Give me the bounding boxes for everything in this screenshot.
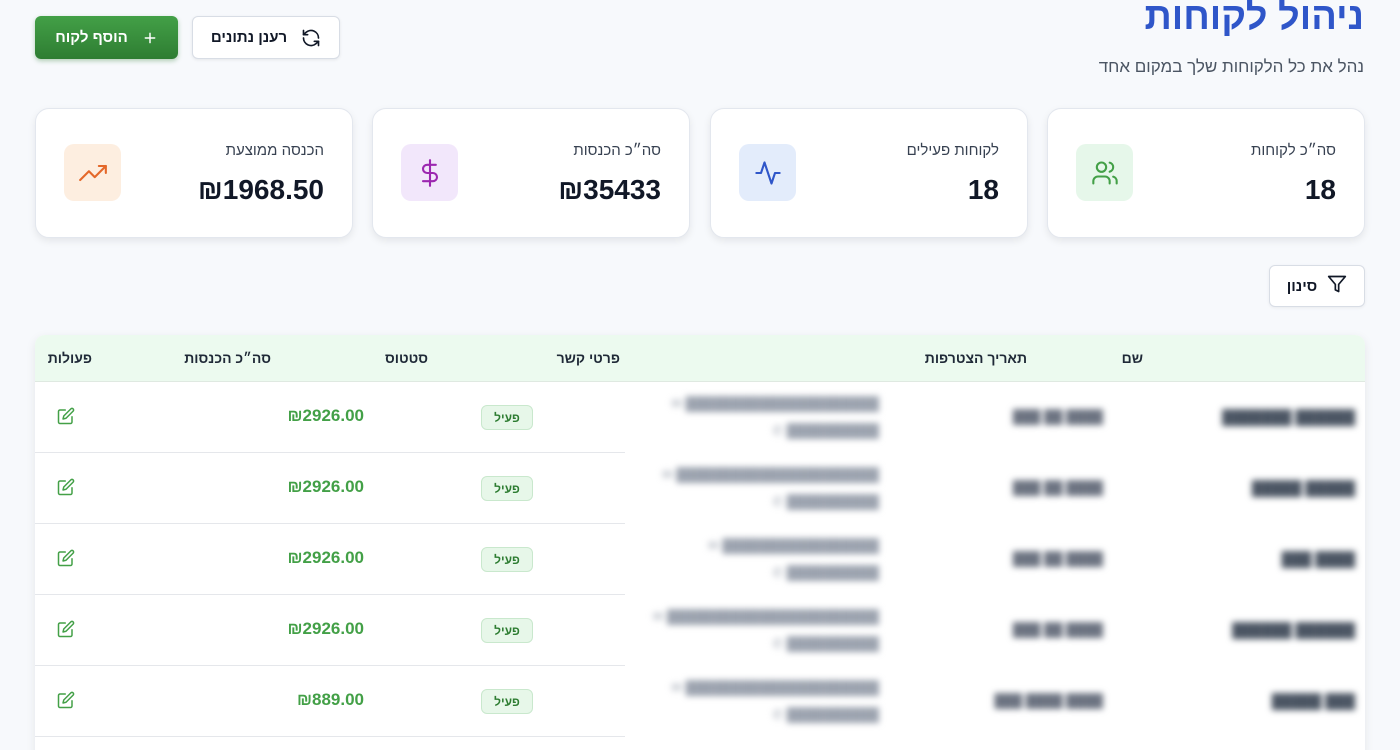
customer-email: ██████████████████████ ✉ bbox=[661, 467, 879, 482]
dollar-icon bbox=[401, 144, 458, 201]
table-row[interactable]: ██████ ██████ ████ ██ ███ ██████████████… bbox=[35, 595, 1365, 666]
join-date: ████ ██ ███ bbox=[1012, 622, 1103, 637]
edit-icon[interactable] bbox=[57, 691, 75, 709]
customer-name: ██████ ██████ bbox=[1232, 622, 1355, 638]
status-badge: פעיל bbox=[481, 618, 533, 643]
customer-phone: ██████████ ✆ bbox=[772, 565, 879, 580]
customer-revenue: ₪2926.00 bbox=[287, 619, 364, 638]
stat-label: לקוחות פעילים bbox=[906, 142, 999, 159]
join-date: ████ ██ ███ bbox=[1012, 480, 1103, 495]
customer-phone: ██████████ ✆ bbox=[772, 636, 879, 651]
customer-name: ███ █████ bbox=[1271, 693, 1355, 709]
refresh-icon bbox=[301, 28, 321, 48]
customer-phone: ██████████ ✆ bbox=[772, 494, 879, 509]
customer-phone: ██████████ ✆ bbox=[772, 707, 879, 722]
edit-icon[interactable] bbox=[57, 407, 75, 425]
trending-up-icon bbox=[64, 144, 121, 201]
column-header-revenue[interactable]: סה״כ הכנסות bbox=[184, 350, 271, 366]
customer-phone: ██████████ ✆ bbox=[772, 423, 879, 438]
column-header-actions: פעולות bbox=[47, 350, 92, 366]
customer-email: █████████████████████ ✉ bbox=[671, 680, 879, 695]
customer-revenue: ₪2926.00 bbox=[287, 406, 364, 425]
customer-name: ██████ ███████ bbox=[1222, 409, 1355, 425]
status-badge: פעיל bbox=[481, 689, 533, 714]
page-subtitle: נהל את כל הלקוחות שלך במקום אחד bbox=[1098, 57, 1364, 76]
refresh-data-button[interactable]: רענן נתונים bbox=[192, 16, 340, 59]
status-badge: פעיל bbox=[481, 405, 533, 430]
column-header-name[interactable]: שם bbox=[1122, 350, 1143, 366]
column-header-status[interactable]: סטטוס bbox=[385, 350, 428, 366]
add-customer-label: הוסף לקוח bbox=[55, 29, 128, 46]
status-badge: פעיל bbox=[481, 476, 533, 501]
column-header-join-date[interactable]: תאריך הצטרפות bbox=[925, 350, 1027, 366]
stat-value: ₪1968.50 bbox=[198, 174, 324, 205]
row-divider bbox=[35, 736, 625, 737]
stat-card-total-customers: סה״כ לקוחות 18 bbox=[1047, 108, 1365, 238]
table-row[interactable]: █████ █████ ████ ██ ███ ████████████████… bbox=[35, 453, 1365, 524]
stat-label: סה״כ הכנסות bbox=[573, 142, 661, 159]
table-header: שם תאריך הצטרפות פרטי קשר סטטוס סה״כ הכנ… bbox=[35, 335, 1365, 382]
status-badge: פעיל bbox=[481, 547, 533, 572]
stat-card-total-revenue: סה״כ הכנסות ₪35433 bbox=[372, 108, 690, 238]
table-row[interactable]: ██████ ███████ ████ ██ ███ █████████████… bbox=[35, 382, 1365, 453]
customer-email: ███████████████████████ ✉ bbox=[652, 609, 879, 624]
activity-icon bbox=[739, 144, 796, 201]
customers-table: שם תאריך הצטרפות פרטי קשר סטטוס סה״כ הכנ… bbox=[35, 335, 1365, 750]
stat-card-active-customers: לקוחות פעילים 18 bbox=[710, 108, 1028, 238]
page-title: ניהול לקוחות bbox=[1144, 0, 1364, 38]
edit-icon[interactable] bbox=[57, 620, 75, 638]
stat-label: הכנסה ממוצעת bbox=[225, 142, 324, 159]
table-row[interactable]: ████ ███ ████ ██ ███ █████████████████ ✉… bbox=[35, 524, 1365, 595]
customer-revenue: ₪889.00 bbox=[296, 690, 364, 709]
join-date: ████ ██ ███ bbox=[1012, 551, 1103, 566]
customer-name: █████ █████ bbox=[1251, 480, 1355, 496]
stat-value: 18 bbox=[967, 174, 999, 205]
plus-icon bbox=[142, 30, 158, 46]
stat-value: ₪35433 bbox=[558, 174, 661, 205]
filter-button[interactable]: סינון bbox=[1269, 265, 1365, 307]
customer-email: █████████████████████ ✉ bbox=[671, 396, 879, 411]
edit-icon[interactable] bbox=[57, 549, 75, 567]
stat-card-average-revenue: הכנסה ממוצעת ₪1968.50 bbox=[35, 108, 353, 238]
table-row[interactable]: ███ █████ ████ ████ ███ ████████████████… bbox=[35, 666, 1365, 737]
join-date: ████ ██ ███ bbox=[1012, 409, 1103, 424]
customer-revenue: ₪2926.00 bbox=[287, 548, 364, 567]
filter-icon bbox=[1327, 274, 1347, 298]
join-date: ████ ████ ███ bbox=[994, 693, 1103, 708]
filter-label: סינון bbox=[1286, 277, 1318, 295]
customer-revenue: ₪2926.00 bbox=[287, 477, 364, 496]
customer-email: █████████████████ ✉ bbox=[707, 538, 879, 553]
edit-icon[interactable] bbox=[57, 478, 75, 496]
refresh-data-label: רענן נתונים bbox=[210, 29, 288, 46]
customer-name: ████ ███ bbox=[1281, 551, 1355, 567]
stat-value: 18 bbox=[1304, 174, 1336, 205]
users-icon bbox=[1076, 144, 1133, 201]
add-customer-button[interactable]: הוסף לקוח bbox=[35, 16, 178, 59]
column-header-contact[interactable]: פרטי קשר bbox=[557, 350, 620, 366]
stat-label: סה״כ לקוחות bbox=[1251, 142, 1336, 159]
